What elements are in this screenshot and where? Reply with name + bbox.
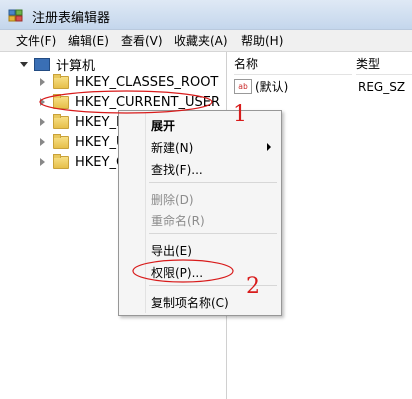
value-row[interactable]: ab (默认) [234,78,288,95]
annotation-number-1: 1 [233,102,247,127]
tree-item-label: HKEY_CLASSES_ROOT [75,74,219,90]
column-header-label: 类型 [356,56,381,71]
value-type: REG_SZ [358,80,406,94]
menu-file[interactable]: 文件(F) [16,32,56,49]
menu-view[interactable]: 查看(V) [121,32,163,49]
menu-item-rename[interactable]: 重命名(R) [151,212,205,229]
expand-arrow-icon[interactable] [40,158,45,166]
collapse-arrow-icon[interactable] [20,61,28,67]
expand-arrow-icon[interactable] [40,78,45,86]
tree-item-hku[interactable]: HKEY_U [40,133,125,151]
window-title: 注册表编辑器 [32,11,111,26]
string-value-icon: ab [234,79,252,94]
folder-icon [53,153,69,169]
computer-icon [34,57,50,71]
expand-arrow-icon[interactable] [40,138,45,146]
tree-item-label: HKEY_L [75,114,124,130]
menu-item-expand[interactable]: 展开 [151,117,175,134]
folder-icon [53,113,69,129]
tree-item-label: 计算机 [56,58,96,74]
menu-item-export[interactable]: 导出(E) [151,242,192,259]
expand-arrow-icon[interactable] [40,118,45,126]
menu-help[interactable]: 帮助(H) [241,32,283,49]
folder-icon [53,73,69,89]
menu-separator [149,182,277,183]
tree-item-hklm[interactable]: HKEY_L [40,113,123,131]
tree-item-hkcr[interactable]: HKEY_CLASSES_ROOT [40,73,218,91]
annotation-number-2: 2 [246,274,260,299]
column-header-name[interactable]: 名称 [234,52,352,75]
menu-item-permissions[interactable]: 权限(P)... [151,264,203,281]
column-header-type[interactable]: 类型 [356,52,412,75]
folder-icon [53,93,69,109]
tree-item-hkcc[interactable]: HKEY_C [40,153,125,171]
menu-bar: 文件(F) 编辑(E) 查看(V) 收藏夹(A) 帮助(H) [0,30,412,52]
submenu-arrow-icon [267,143,271,151]
menu-item-find[interactable]: 查找(F)... [151,161,203,178]
menu-gutter [145,113,146,313]
menu-item-copy-key-name[interactable]: 复制项名称(C) [151,294,229,311]
menu-item-new[interactable]: 新建(N) [151,139,193,156]
column-header-label: 名称 [234,56,259,71]
folder-icon [53,133,69,149]
menu-favorites[interactable]: 收藏夹(A) [174,32,228,49]
menu-item-delete[interactable]: 删除(D) [151,191,194,208]
menu-separator [149,233,277,234]
tree-item-hkcu[interactable]: HKEY_CURRENT_USER [40,93,220,111]
expand-arrow-icon[interactable] [40,98,45,106]
registry-editor-icon [8,9,23,22]
menu-edit[interactable]: 编辑(E) [68,32,109,49]
tree-item-label: HKEY_CURRENT_USER [75,94,221,110]
value-name: (默认) [255,80,289,94]
title-bar: 注册表编辑器 [0,0,412,30]
tree-item-computer[interactable]: 计算机 [20,55,96,74]
